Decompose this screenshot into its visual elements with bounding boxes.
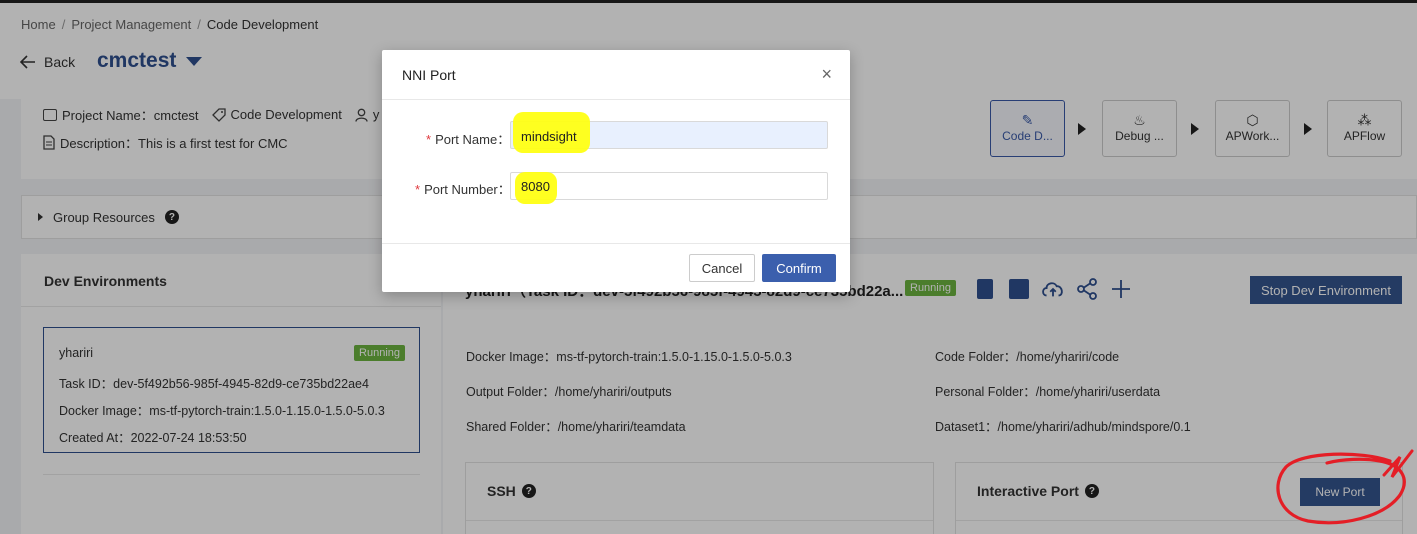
- required-mark: *: [415, 182, 421, 197]
- close-icon[interactable]: ×: [821, 64, 832, 85]
- confirm-button[interactable]: Confirm: [762, 254, 836, 282]
- dialog-title: NNI Port: [402, 67, 456, 83]
- nni-port-dialog: NNI Port × * Port Name： mindsight * Port N…: [382, 50, 850, 292]
- port-number-input[interactable]: [510, 172, 828, 200]
- port-name-label-text: Port Name：: [435, 132, 511, 147]
- divider: [382, 243, 850, 244]
- cancel-button[interactable]: Cancel: [689, 254, 755, 282]
- required-mark: *: [426, 132, 432, 147]
- port-number-label: * Port Number：: [415, 179, 511, 198]
- port-number-value: 8080: [521, 179, 550, 194]
- port-number-label-text: Port Number：: [424, 182, 511, 197]
- divider: [382, 99, 850, 100]
- port-name-value: mindsight: [521, 129, 577, 144]
- port-name-label: * Port Name：: [426, 129, 510, 148]
